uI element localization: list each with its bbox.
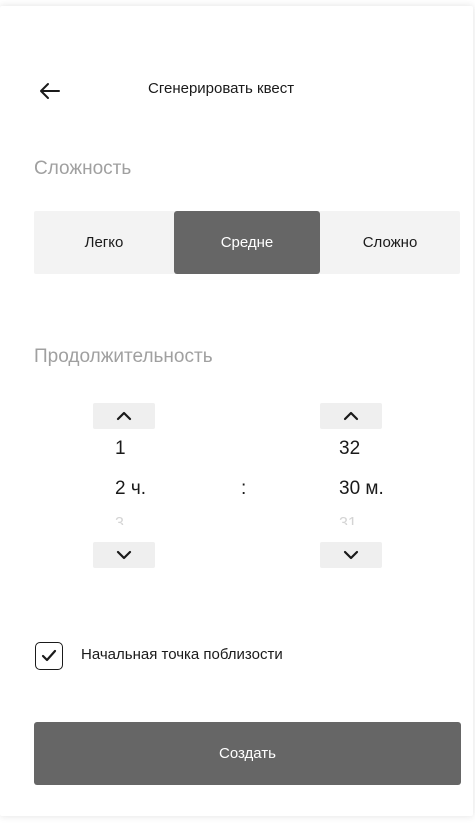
hours-prev-value: 1 xyxy=(115,438,126,459)
duration-label: Продолжительность xyxy=(34,346,213,367)
hours-next-value: 3 xyxy=(115,515,124,525)
hours-down-button[interactable] xyxy=(93,542,155,568)
arrow-left-icon xyxy=(40,83,60,99)
nearby-start-label[interactable]: Начальная точка поблизости xyxy=(81,646,283,663)
page-title: Сгенерировать квест xyxy=(148,80,295,97)
difficulty-selector: Легко Средне Сложно xyxy=(34,211,460,274)
create-button[interactable]: Создать xyxy=(34,722,461,785)
header: Сгенерировать квест xyxy=(0,68,473,112)
chevron-up-icon xyxy=(343,411,359,421)
hours-current-value[interactable]: 2 ч. xyxy=(115,478,146,500)
difficulty-label: Сложность xyxy=(34,158,132,179)
chevron-up-icon xyxy=(116,411,132,421)
quest-generator-panel: Сгенерировать квест Сложность Легко Сред… xyxy=(0,6,473,816)
minutes-prev-value: 32 xyxy=(339,438,361,459)
chevron-down-icon xyxy=(116,550,132,560)
back-button[interactable] xyxy=(34,76,64,106)
minutes-down-button[interactable] xyxy=(320,542,382,568)
difficulty-option-hard[interactable]: Сложно xyxy=(320,211,460,274)
difficulty-option-medium[interactable]: Средне xyxy=(174,211,320,274)
difficulty-option-easy[interactable]: Легко xyxy=(34,211,174,274)
minutes-up-button[interactable] xyxy=(320,403,382,429)
time-separator: : xyxy=(241,478,247,499)
chevron-down-icon xyxy=(343,550,359,560)
minutes-next-value: 31 xyxy=(339,515,357,525)
nearby-start-checkbox[interactable] xyxy=(35,642,63,670)
minutes-current-value[interactable]: 30 м. xyxy=(339,478,384,500)
checkmark-icon xyxy=(41,649,57,662)
hours-up-button[interactable] xyxy=(93,403,155,429)
